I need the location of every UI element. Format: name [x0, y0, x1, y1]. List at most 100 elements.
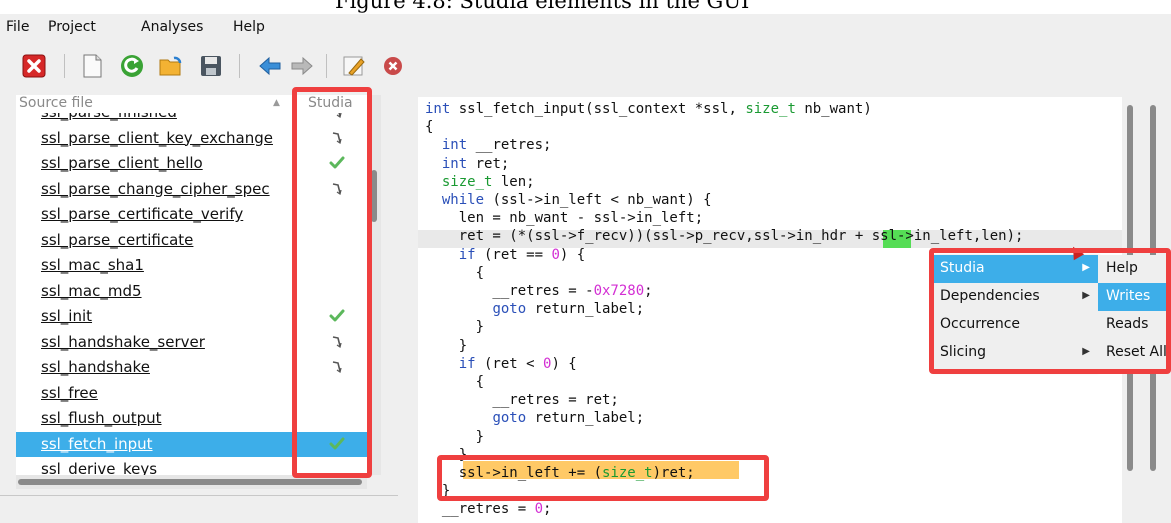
code-line: }	[425, 429, 484, 447]
code-token: }	[425, 337, 468, 354]
code-token: __retres = ret;	[425, 392, 619, 409]
code-line: __retres = 0;	[425, 501, 552, 519]
code-token: 0x7280	[593, 283, 645, 299]
code-line: int __retres;	[425, 137, 552, 155]
code-line: }	[425, 319, 484, 337]
menu-analyses[interactable]: Analyses	[141, 19, 203, 35]
code-token: if	[458, 246, 476, 263]
code-token: (ret ==	[475, 246, 552, 263]
code-token: goto	[492, 410, 527, 427]
code-token: }	[425, 319, 485, 336]
code-token: 0	[551, 246, 560, 263]
code-token: while	[441, 192, 485, 208]
header-source-file[interactable]: Source file	[19, 95, 93, 111]
annotation-box-studia-column	[292, 87, 372, 478]
stop-icon[interactable]	[379, 52, 407, 80]
code-token: int	[441, 137, 468, 154]
reload-icon[interactable]	[118, 52, 146, 80]
code-line: ret = (*(ssl->f_recv))(ssl->p_recv,ssl->…	[425, 228, 1024, 246]
panel-divider	[0, 495, 398, 496]
code-token: ret = (*(ssl->f_recv))(ssl->p_recv,ssl->…	[425, 228, 1024, 245]
code-token: len = nb_want - ssl->in_left;	[425, 210, 704, 227]
code-token: (ssl->in_left < nb_want) {	[484, 192, 712, 208]
code-token: ;	[543, 501, 552, 518]
code-token: ssl_fetch_input(ssl_context *ssl,	[450, 101, 746, 117]
code-line: {	[425, 265, 484, 283]
menu-help[interactable]: Help	[233, 19, 265, 35]
file-name: ssl_parse_certificate_verify	[41, 205, 244, 223]
open-folder-icon[interactable]	[157, 52, 185, 80]
code-token: ) {	[559, 246, 586, 263]
file-name: ssl_fetch_input	[41, 434, 153, 453]
code-token: 0	[534, 501, 544, 518]
file-name: ssl_free	[41, 383, 98, 402]
code-token: size_t	[441, 173, 493, 190]
code-token: }	[425, 428, 485, 445]
toolbar-separator	[326, 54, 327, 78]
code-token: ;	[644, 283, 653, 299]
code-token: if	[458, 355, 476, 372]
file-name: ssl_mac_md5	[41, 281, 142, 300]
menubar: File Project Analyses Help	[0, 14, 1171, 42]
forward-arrow-icon[interactable]	[288, 52, 316, 80]
edit-icon[interactable]	[340, 52, 368, 80]
toolbar-separator	[64, 54, 65, 78]
scrollbar-thumb[interactable]	[18, 479, 362, 485]
file-name: ssl_init	[41, 307, 93, 325]
code-line: __retres = ret;	[425, 392, 619, 410]
back-arrow-icon[interactable]	[256, 52, 284, 80]
code-token: {	[425, 119, 434, 136]
file-name: ssl_mac_sha1	[41, 256, 144, 274]
file-name: ssl_derive_keys	[41, 460, 158, 475]
code-token: {	[425, 374, 485, 390]
code-token: return_label;	[526, 301, 645, 318]
code-token: return_label;	[526, 410, 645, 427]
code-token: size_t	[745, 101, 796, 117]
figure-caption: Figure 4.8: Studia elements in the GUI	[0, 0, 1171, 14]
new-document-icon[interactable]	[78, 52, 106, 80]
file-name: ssl_handshake	[41, 358, 150, 376]
code-line: if (ret < 0) {	[425, 356, 577, 374]
code-token: int	[441, 155, 468, 172]
menu-project[interactable]: Project	[48, 19, 96, 35]
code-line: if (ret == 0) {	[425, 247, 585, 265]
file-name: ssl_parse_change_cipher_spec	[41, 179, 270, 198]
annotation-box-context-menu	[929, 248, 1171, 374]
code-token: nb_want)	[795, 101, 872, 117]
file-name: ssl_parse_certificate	[41, 230, 194, 249]
code-line: int ret;	[425, 156, 509, 174]
file-name: ssl_flush_output	[41, 409, 162, 427]
code-line: }	[425, 338, 467, 356]
code-token: {	[425, 264, 485, 281]
code-token: __retres;	[467, 137, 552, 154]
file-name: ssl_handshake_server	[41, 332, 205, 351]
code-token: __retres = -	[425, 283, 594, 299]
code-token: __retres =	[425, 501, 535, 518]
code-token: len;	[492, 173, 535, 190]
code-line: len = nb_want - ssl->in_left;	[425, 210, 703, 228]
menu-file[interactable]: File	[6, 19, 29, 35]
file-name: ssl_parse_client_hello	[41, 154, 203, 172]
code-line: while (ssl->in_left < nb_want) {	[425, 192, 712, 210]
close-icon[interactable]	[20, 52, 48, 80]
file-name: ssl_parse_client_key_exchange	[41, 128, 273, 147]
save-icon[interactable]	[197, 52, 225, 80]
toolbar	[0, 42, 1171, 90]
toolbar-separator	[239, 54, 240, 78]
code-line: size_t len;	[425, 174, 535, 192]
sort-indicator: ▲	[273, 98, 280, 108]
code-line: goto return_label;	[425, 410, 644, 428]
code-token: (ret <	[475, 355, 544, 372]
code-token: ret;	[467, 155, 510, 172]
annotation-box-statement	[437, 455, 769, 501]
code-line: __retres = -0x7280;	[425, 283, 653, 301]
caption-text: Figure 4.8: Studia elements in the GUI	[335, 0, 750, 13]
